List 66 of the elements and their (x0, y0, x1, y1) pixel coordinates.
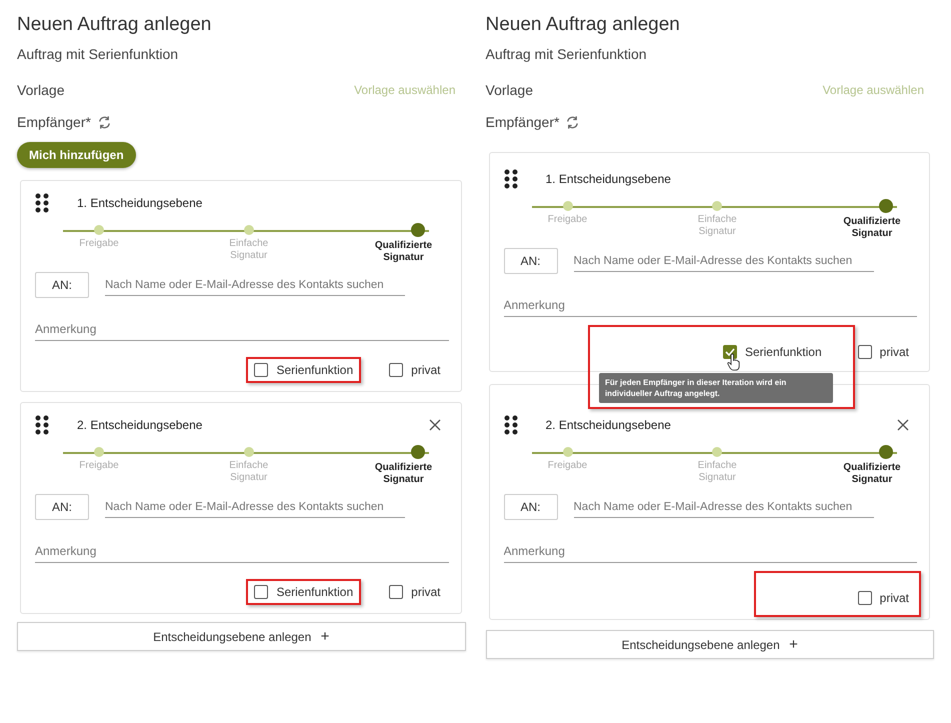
contact-search-field[interactable]: Nach Name oder E-Mail-Adresse des Kontakts suchen (105, 496, 405, 518)
step-dot[interactable] (94, 225, 104, 235)
remark-field[interactable]: Anmerkung (35, 318, 448, 341)
add-level-button[interactable]: Entscheidungsebene anlegen + (486, 630, 934, 659)
page-title: Neuen Auftrag anlegen (486, 14, 681, 36)
drag-handle-icon[interactable] (504, 169, 518, 189)
step-dot[interactable] (94, 447, 104, 457)
page-title: Neuen Auftrag anlegen (17, 14, 212, 36)
step-dot[interactable] (879, 445, 893, 459)
checkbox[interactable] (722, 345, 737, 359)
to-button[interactable]: AN: (504, 494, 558, 520)
add-level-button[interactable]: Entscheidungsebene anlegen + (17, 622, 466, 651)
option-label[interactable]: privat (411, 585, 440, 599)
remark-field[interactable]: Anmerkung (504, 540, 917, 563)
step-label[interactable]: Qualifizierte Signatur (837, 462, 907, 486)
contact-search-field[interactable]: Nach Name oder E-Mail-Adresse des Kontakts suchen (574, 250, 874, 272)
option-label[interactable]: privat (880, 591, 909, 605)
step-label[interactable]: Qualifizierte Signatur (368, 462, 438, 486)
sync-icon[interactable] (96, 114, 112, 130)
to-button[interactable]: AN: (35, 494, 89, 520)
option-label[interactable]: Serienfunktion (744, 345, 822, 359)
close-icon[interactable] (428, 419, 440, 431)
step-dot[interactable] (244, 225, 254, 235)
option-label[interactable]: privat (880, 345, 909, 359)
sync-icon[interactable] (565, 114, 580, 130)
recipients-label: Empfänger* (17, 114, 91, 130)
tooltip: Für jeden Empfänger in dieser Iteration wird ein individueller Auftrag angelegt. (598, 373, 833, 404)
checkbox[interactable] (254, 363, 268, 377)
step-dot[interactable] (562, 447, 572, 457)
level-title: 2. Entscheidungsebene (546, 418, 672, 432)
recipients-label: Empfänger* (486, 114, 560, 130)
level-title: 2. Entscheidungsebene (77, 418, 204, 432)
remark-field[interactable]: Anmerkung (504, 294, 917, 317)
step-dot[interactable] (562, 201, 572, 211)
step-dot[interactable] (712, 201, 722, 211)
template-label: Vorlage (17, 82, 64, 98)
page-subtitle: Auftrag mit Serienfunktion (17, 46, 180, 62)
drag-handle-icon[interactable] (35, 415, 49, 435)
add-me-button[interactable]: Mich hinzufügen (17, 142, 136, 168)
drag-handle-icon[interactable] (35, 193, 49, 213)
to-button[interactable]: AN: (504, 248, 558, 274)
checkbox[interactable] (254, 585, 268, 599)
level-title: 1. Entscheidungsebene (546, 172, 672, 186)
remark-field[interactable]: Anmerkung (35, 540, 448, 563)
contact-search-field[interactable]: Nach Name oder E-Mail-Adresse des Kontakts suchen (105, 274, 405, 296)
step-dot[interactable] (244, 447, 254, 457)
drag-handle-icon[interactable] (504, 415, 518, 435)
to-button[interactable]: AN: (35, 272, 89, 298)
level-title: 1. Entscheidungsebene (77, 196, 204, 210)
step-label[interactable]: Qualifizierte Signatur (837, 216, 907, 240)
close-icon[interactable] (897, 419, 909, 431)
step-dot[interactable] (410, 223, 424, 237)
option-label[interactable]: Serienfunktion (276, 363, 354, 377)
template-label: Vorlage (486, 82, 533, 98)
checkbox[interactable] (389, 585, 404, 599)
step-label[interactable]: Qualifizierte Signatur (368, 240, 438, 264)
checkbox[interactable] (389, 363, 404, 377)
contact-search-field[interactable]: Nach Name oder E-Mail-Adresse des Kontakts suchen (574, 496, 874, 518)
checkbox[interactable] (858, 345, 872, 359)
option-label[interactable]: privat (411, 363, 440, 377)
step-dot[interactable] (410, 445, 424, 459)
step-dot[interactable] (712, 447, 722, 457)
checkbox[interactable] (858, 591, 872, 605)
page-subtitle: Auftrag mit Serienfunktion (486, 46, 648, 62)
option-label[interactable]: Serienfunktion (276, 585, 354, 599)
step-dot[interactable] (879, 199, 893, 213)
